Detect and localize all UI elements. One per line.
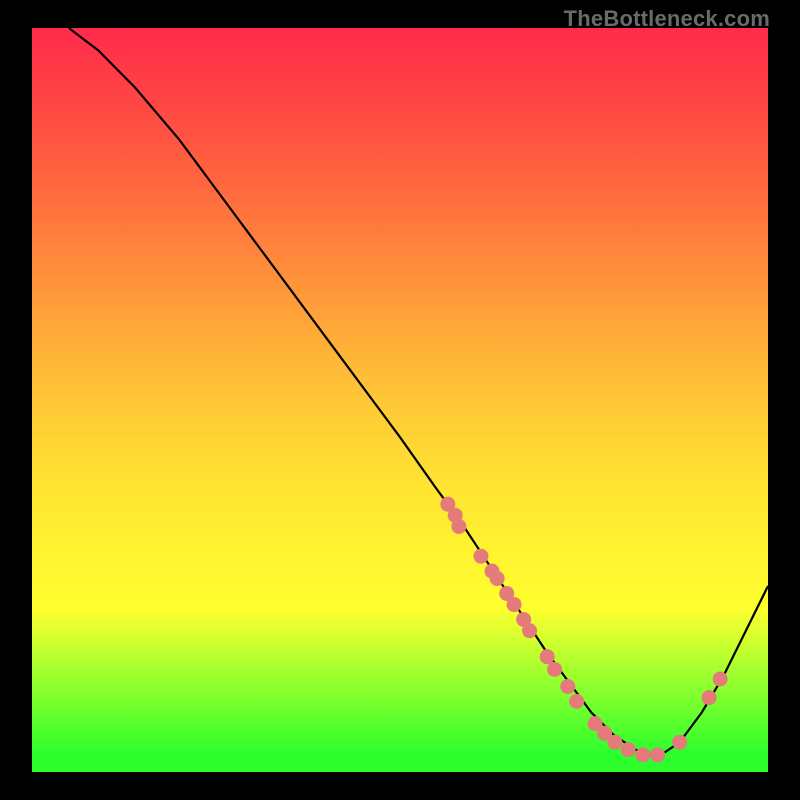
data-marker [547,662,562,677]
watermark-text: TheBottleneck.com [564,6,770,32]
data-marker [621,742,636,757]
data-marker [635,747,650,762]
data-marker [569,694,584,709]
plot-svg [32,28,768,772]
data-marker [490,571,505,586]
marker-group [440,497,727,763]
data-marker [522,623,537,638]
chart-area [32,28,768,772]
data-marker [650,747,665,762]
data-marker [540,649,555,664]
data-marker [607,735,622,750]
data-marker [702,690,717,705]
data-marker [713,672,728,687]
data-marker [560,679,575,694]
data-marker [473,549,488,564]
data-marker [507,597,522,612]
data-marker [451,519,466,534]
bottleneck-curve [69,28,768,757]
data-marker [672,735,687,750]
